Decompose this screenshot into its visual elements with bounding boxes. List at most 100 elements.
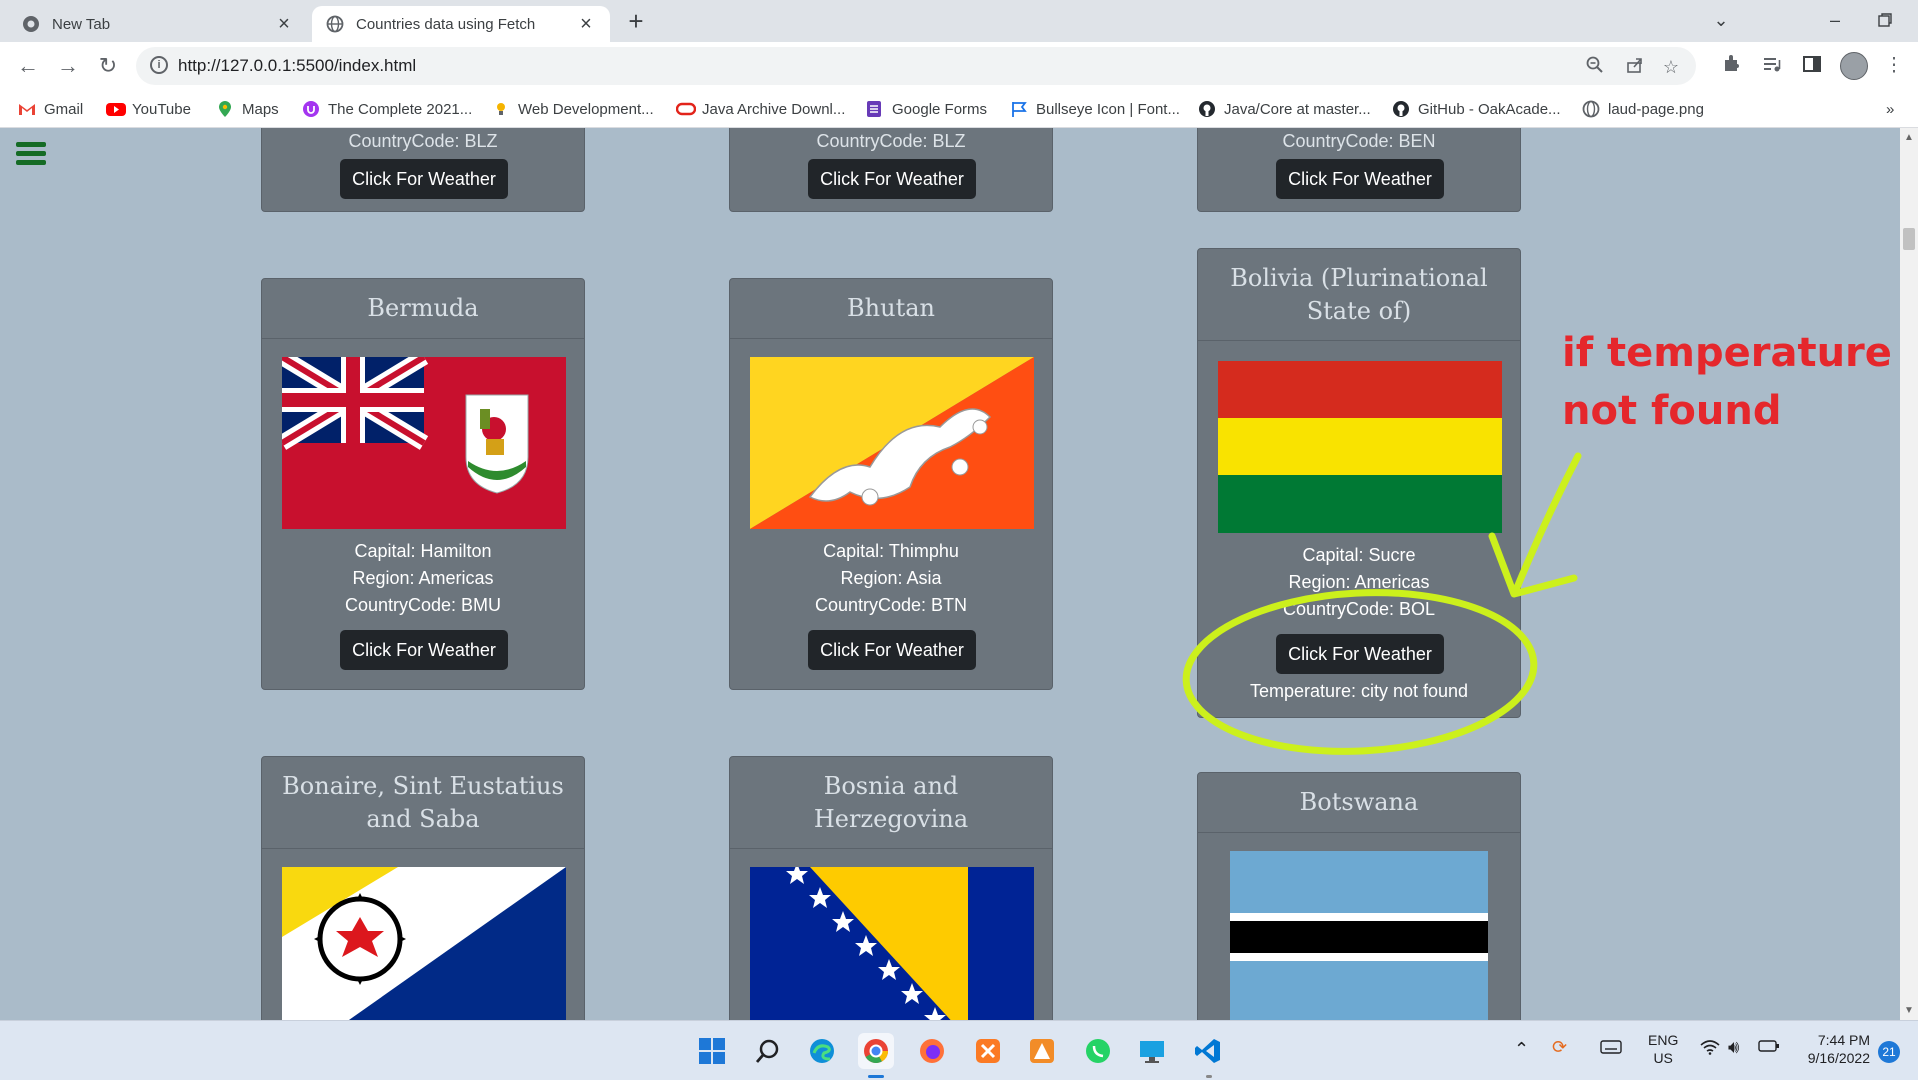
udemy-icon [302,100,320,118]
country-card-botswana: Botswana [1197,772,1521,1020]
vscode-icon[interactable] [1190,1033,1226,1069]
bookmark-laud-page[interactable]: laud-page.png [1582,96,1704,122]
desktop-icon[interactable] [1134,1033,1170,1069]
more-bookmarks-button[interactable]: » [1886,96,1894,122]
scroll-up-icon[interactable]: ▲ [1904,132,1914,143]
whatsapp-icon[interactable] [1080,1033,1116,1069]
flag-image-bolivia [1218,361,1502,533]
app-icon[interactable] [1024,1033,1060,1069]
bookmark-java-archive[interactable]: Java Archive Downl... [675,96,845,122]
battery-icon[interactable] [1758,1039,1780,1056]
reload-icon[interactable]: ↻ [92,50,124,82]
start-icon[interactable] [694,1033,730,1069]
share-icon[interactable] [1624,56,1646,78]
media-icon[interactable] [1760,54,1784,78]
bookmark-youtube[interactable]: YouTube [106,96,191,122]
bookmark-label: Java/Core at master... [1224,100,1371,118]
bookmarks-bar: Gmail YouTube Maps The Complete 2021... … [0,90,1918,128]
weather-button[interactable]: Click For Weather [1276,159,1444,199]
close-window-icon[interactable] [1868,0,1918,40]
region-text: Region: Asia [840,568,942,588]
flag-image-bhutan [750,357,1034,529]
volume-icon[interactable]: 🔊︎ [1728,1037,1739,1058]
edge-icon[interactable] [804,1033,840,1069]
side-panel-icon[interactable] [1800,54,1824,78]
menu-kebab-icon[interactable]: ⋮ [1882,54,1906,78]
tab-countries[interactable]: Countries data using Fetch × [312,6,610,42]
scrollbar-thumb[interactable] [1903,228,1915,250]
search-icon[interactable] [750,1033,786,1069]
country-code-text: CountryCode: BLZ [348,131,498,151]
back-icon[interactable]: ← [12,50,44,82]
country-code-text: CountryCode: BMU [344,595,502,615]
active-app-indicator [868,1075,884,1078]
tab-new-tab[interactable]: New Tab × [8,6,308,42]
zoom-icon[interactable] [1584,56,1606,78]
address-bar[interactable]: i http://127.0.0.1:5500/index.html ☆ [136,47,1696,85]
open-app-indicator [1206,1075,1212,1078]
bookmark-star-icon[interactable]: ☆ [1660,56,1682,78]
bookmark-github-oak[interactable]: GitHub - OakAcade... [1392,96,1561,122]
chrome-icon[interactable] [858,1033,894,1069]
github-icon [1198,100,1216,118]
new-tab-button[interactable]: + [622,6,650,36]
notification-badge[interactable]: 21 [1878,1041,1900,1063]
country-name: Bermuda [262,279,584,339]
keyboard-icon[interactable] [1600,1039,1622,1058]
bookmark-label: Web Development... [518,100,654,118]
bookmark-maps[interactable]: Maps [216,96,279,122]
extensions-icon[interactable] [1720,54,1744,78]
region-code: US [1653,1050,1673,1066]
country-name: Botswana [1198,773,1520,833]
close-tab-icon[interactable]: × [274,13,294,36]
flag-image-bosnia [750,867,1034,1020]
close-tab-icon[interactable]: × [576,13,596,36]
flag-image-bermuda [282,357,566,529]
bookmark-gmail[interactable]: Gmail [18,96,83,122]
forward-icon[interactable]: → [52,50,84,82]
firefox-icon[interactable] [914,1033,950,1069]
bookmark-label: Maps [242,100,279,118]
profile-avatar[interactable] [1840,52,1868,80]
language-indicator[interactable]: ENG US [1648,1031,1678,1067]
tab-title: New Tab [52,15,111,33]
bookmark-google-forms[interactable]: Google Forms [866,96,987,122]
country-card-bosnia: Bosnia and Herzegovina [729,756,1053,1020]
capital-text: Capital: Hamilton [354,541,492,561]
url-text[interactable]: http://127.0.0.1:5500/index.html [178,56,416,76]
minimize-icon[interactable]: – [1810,0,1860,40]
oracle-icon [675,100,697,118]
wifi-icon[interactable] [1700,1039,1720,1058]
weather-button[interactable]: Click For Weather [340,159,508,199]
chevron-up-icon[interactable]: ⌃ [1514,1039,1529,1060]
bookmark-web-development[interactable]: Web Development... [492,96,654,122]
chrome-icon [22,15,40,33]
maps-icon [216,100,234,118]
bookmark-label: laud-page.png [1608,100,1704,118]
info-icon[interactable]: i [150,56,168,74]
flag-icon [1010,100,1028,118]
xampp-icon[interactable] [970,1033,1006,1069]
country-card-bhutan: Bhutan Capital: Thimphu Region: Asia Cou… [729,278,1053,690]
country-card-bonaire: Bonaire, Sint Eustatius and Saba [261,756,585,1020]
tab-search-icon[interactable]: ⌄ [1696,0,1746,40]
bookmark-udemy[interactable]: The Complete 2021... [302,96,472,122]
capital-text: Capital: Sucre [1302,545,1416,565]
country-code-text: CountryCode: BOL [1282,599,1436,619]
country-name: Bolivia (Plurinational State of) [1198,249,1520,341]
bookmark-java-core[interactable]: Java/Core at master... [1198,96,1371,122]
page-scrollbar[interactable]: ▲ ▼ [1900,128,1918,1020]
weather-button[interactable]: Click For Weather [808,630,976,670]
weather-button[interactable]: Click For Weather [1276,634,1444,674]
scroll-down-icon[interactable]: ▼ [1904,1005,1914,1016]
weather-button[interactable]: Click For Weather [808,159,976,199]
sync-icon[interactable]: ⟳ [1552,1037,1567,1058]
tab-strip: New Tab × Countries data using Fetch × +… [0,0,1918,42]
bookmark-label: Gmail [44,100,84,118]
country-name: Bonaire, Sint Eustatius and Saba [262,757,584,849]
country-code-text: CountryCode: BLZ [816,131,966,151]
weather-button[interactable]: Click For Weather [340,630,508,670]
clock[interactable]: 7:44 PM 9/16/2022 [1794,1031,1870,1067]
bookmark-bullseye[interactable]: Bullseye Icon | Font... [1010,96,1180,122]
hamburger-menu-icon[interactable] [16,142,46,166]
